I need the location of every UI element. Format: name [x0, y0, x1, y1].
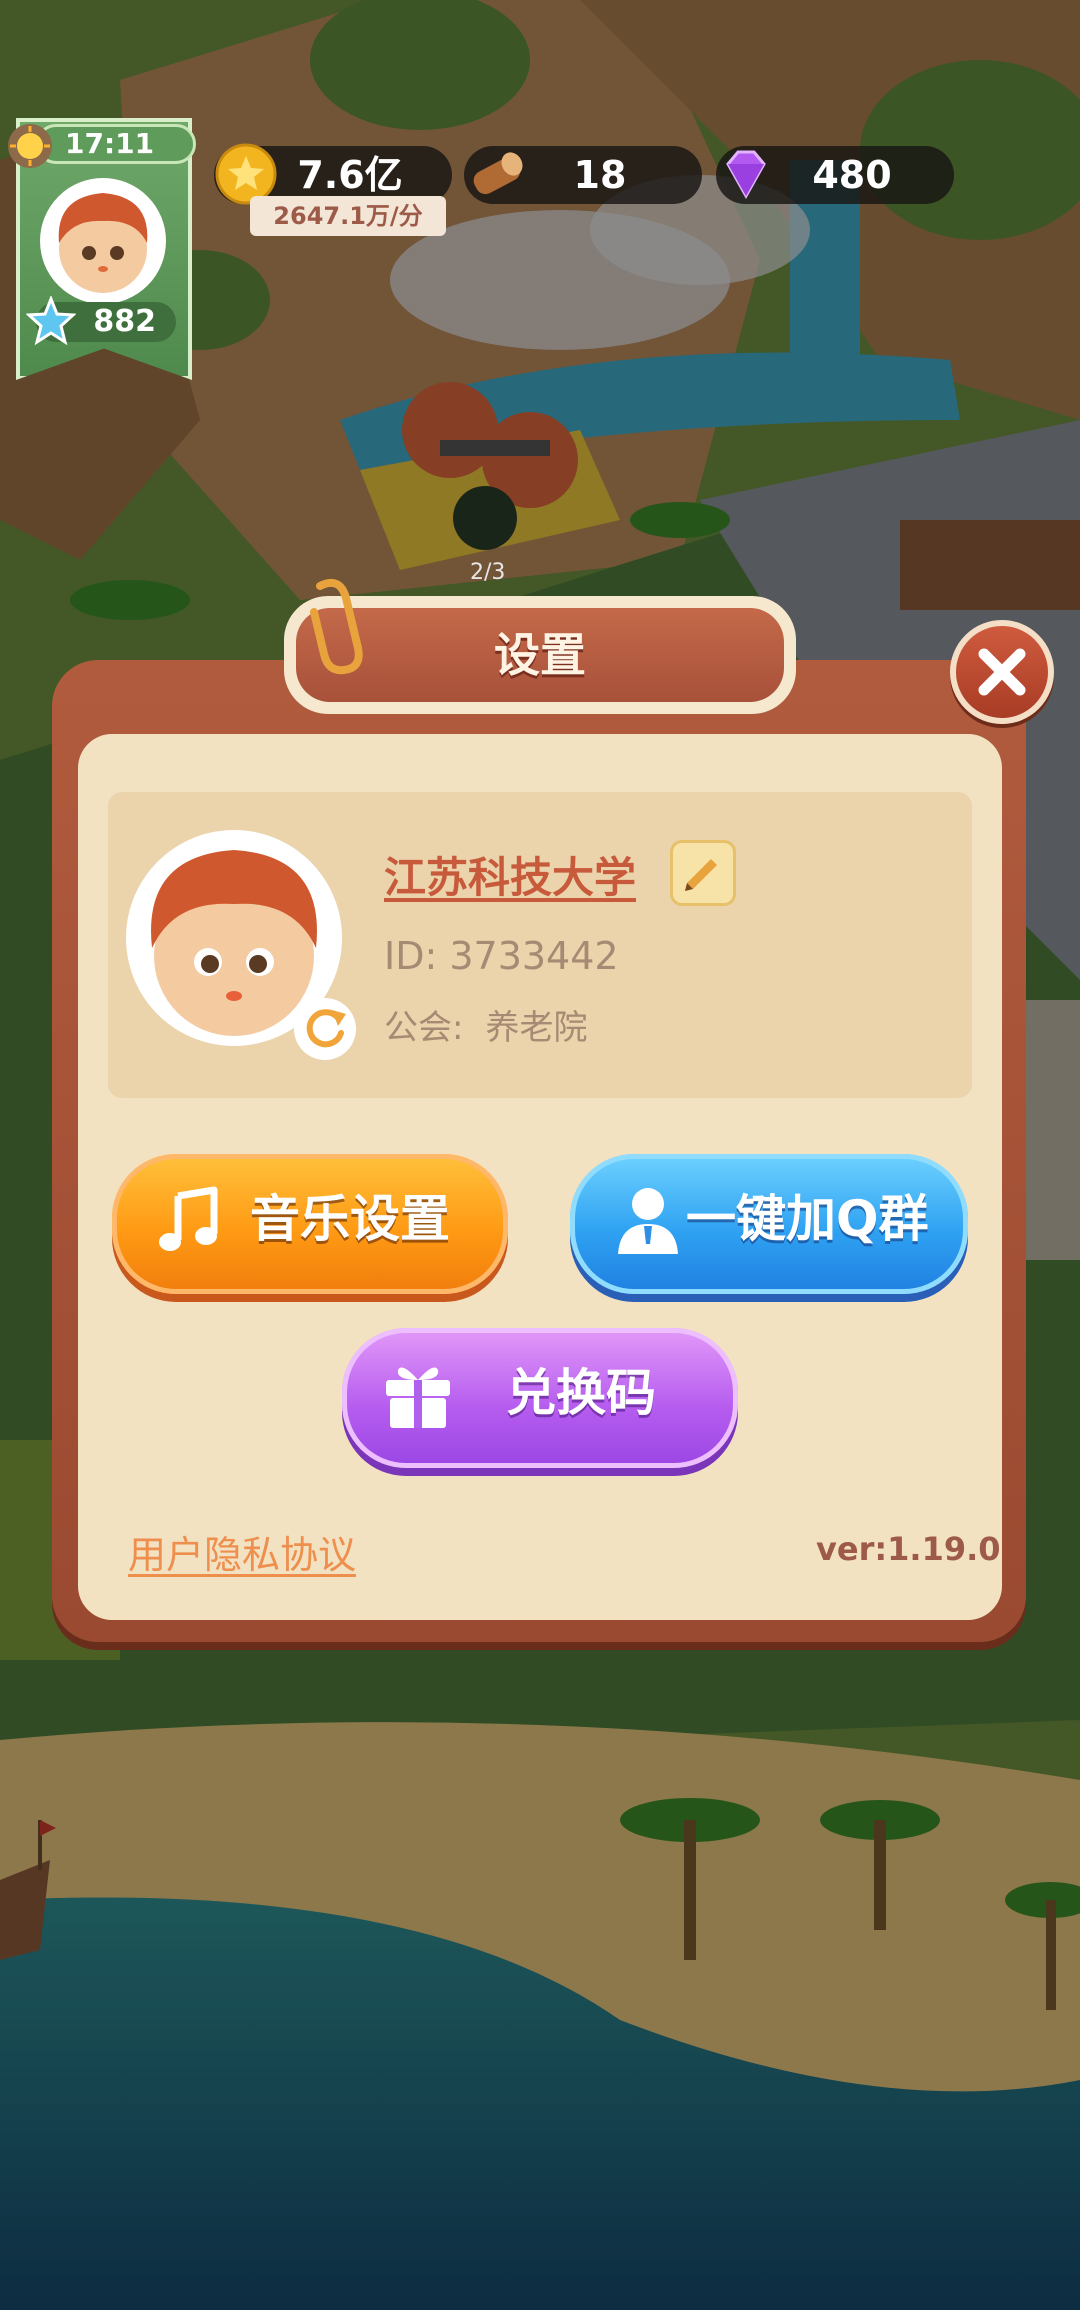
player-id: ID: 3733442 — [384, 934, 619, 978]
player-avatar[interactable] — [40, 178, 166, 304]
guild-name: 养老院 — [485, 1008, 588, 1048]
join-qq-group-label: 一键加Q群 — [686, 1190, 929, 1248]
dialog-title-text: 设置 — [494, 628, 586, 682]
gem-amount: 480 — [812, 153, 892, 197]
clock-time: 17:11 — [65, 127, 155, 160]
paperclip-icon — [310, 579, 363, 675]
refresh-icon — [306, 1009, 346, 1048]
edit-name-button[interactable] — [670, 840, 736, 906]
music-settings-label: 音乐设置 — [250, 1190, 450, 1248]
privacy-policy-link[interactable]: 用户隐私协议 — [128, 1524, 356, 1579]
gold-income-rate: 2647.1万/分 — [250, 196, 446, 236]
player-guild: 公会: 养老院 — [384, 1000, 587, 1049]
redeem-code-label: 兑换码 — [506, 1364, 656, 1422]
star-icon — [26, 296, 76, 346]
wood-amount: 18 — [573, 153, 627, 197]
music-note-icon — [159, 1186, 218, 1251]
join-qq-group-button[interactable]: 一键加Q群 — [570, 1154, 968, 1294]
close-icon — [978, 648, 1026, 696]
clock-display: 17:11 — [36, 124, 196, 164]
star-count: 882 — [93, 304, 156, 339]
sun-icon — [8, 124, 52, 168]
person-icon — [618, 1188, 678, 1254]
version-label: ver:1.19.0 — [816, 1530, 1001, 1568]
avatar-face-icon — [58, 193, 148, 293]
building-progress-text: 2/3 — [470, 560, 506, 585]
gold-rate-text: 2647.1万/分 — [273, 202, 423, 230]
pencil-icon — [685, 859, 717, 891]
redeem-code-button[interactable]: 兑换码 — [342, 1328, 738, 1468]
gold-amount: 7.6亿 — [297, 153, 403, 197]
purple-gem-icon — [726, 150, 766, 200]
close-button[interactable] — [950, 620, 1054, 724]
guild-label: 公会: — [384, 1008, 464, 1048]
player-name: 江苏科技大学 — [384, 853, 637, 902]
building-progress: 2/3 — [470, 560, 505, 585]
wood-log-icon — [473, 152, 523, 195]
music-settings-button[interactable]: 音乐设置 — [112, 1154, 508, 1294]
gift-icon — [386, 1367, 450, 1428]
change-avatar-button[interactable] — [294, 998, 356, 1060]
